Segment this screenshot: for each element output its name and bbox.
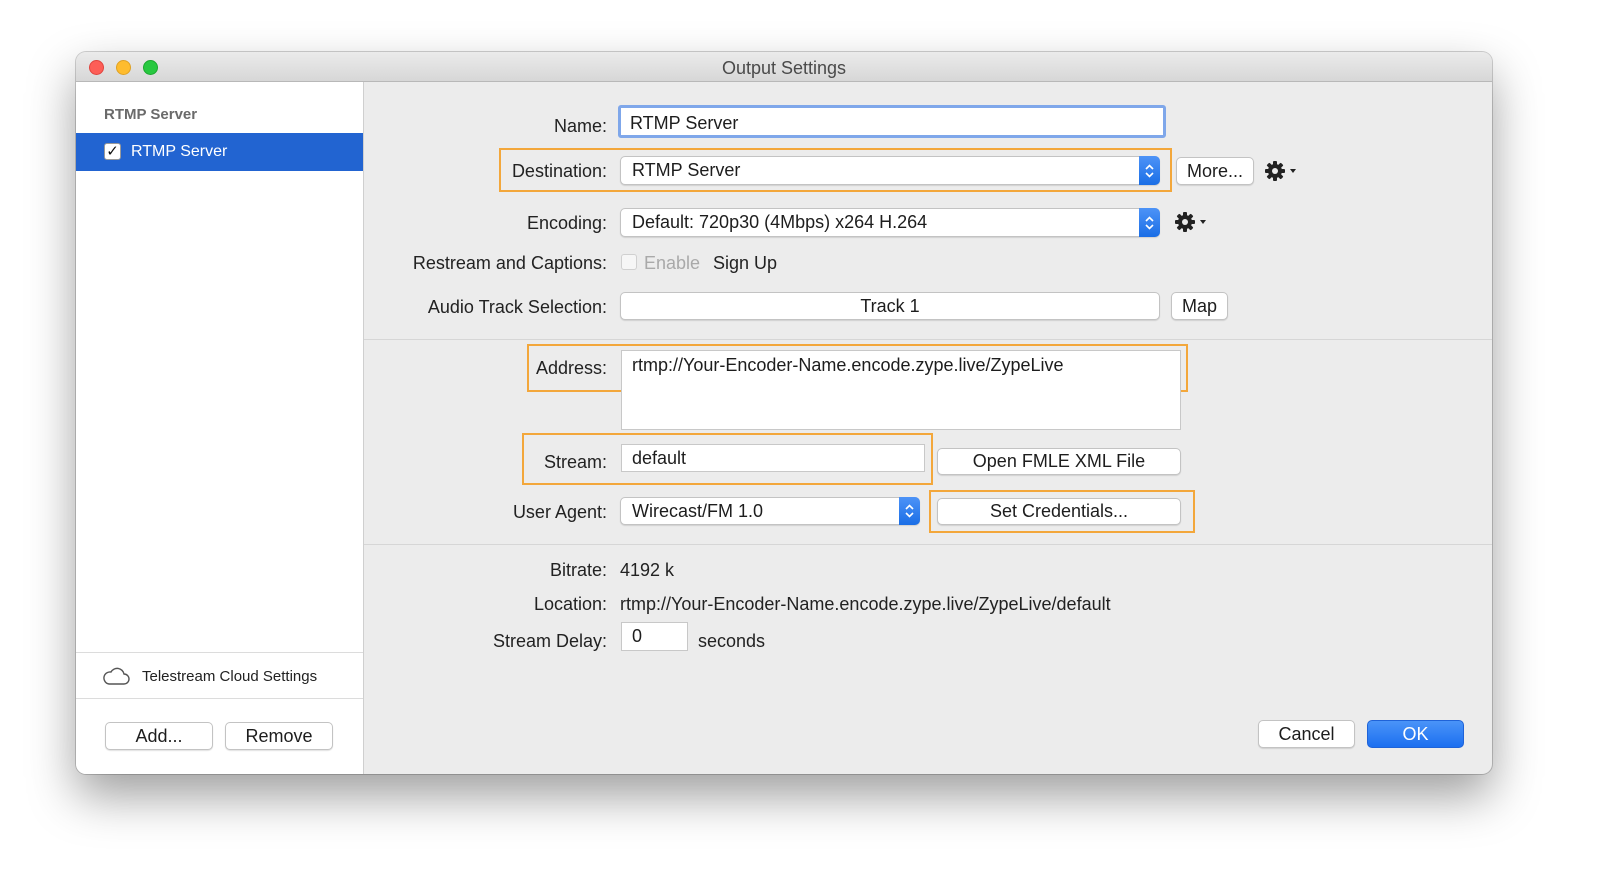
restream-label: Restream and Captions:: [412, 253, 607, 273]
sidebar-divider: [76, 698, 363, 699]
destination-select[interactable]: RTMP Server: [620, 156, 1160, 185]
section-divider: [364, 544, 1492, 545]
location-value: rtmp://Your-Encoder-Name.encode.zype.liv…: [620, 594, 1111, 614]
bitrate-label: Bitrate:: [549, 560, 607, 580]
popup-arrows-icon: [1139, 156, 1160, 185]
location-label: Location:: [533, 594, 607, 614]
section-divider: [364, 339, 1492, 340]
user-agent-select[interactable]: Wirecast/FM 1.0: [620, 497, 920, 525]
encoding-gear-icon[interactable]: [1174, 210, 1208, 234]
cancel-button[interactable]: Cancel: [1258, 720, 1355, 748]
sidebar-header: RTMP Server: [104, 106, 198, 123]
output-enabled-checkbox[interactable]: ✓: [104, 143, 121, 160]
remove-button[interactable]: Remove: [225, 722, 333, 750]
stream-delay-unit: seconds: [698, 631, 766, 651]
map-button[interactable]: Map: [1171, 292, 1228, 320]
name-label: Name:: [553, 116, 607, 136]
bitrate-value: 4192 k: [620, 560, 675, 580]
settings-panel: Name: RTMP Server Destination: RTMP Serv…: [364, 82, 1492, 774]
more-button[interactable]: More...: [1176, 157, 1254, 185]
sidebar-divider: [76, 652, 363, 653]
set-credentials-button[interactable]: Set Credentials...: [937, 498, 1181, 525]
name-input[interactable]: RTMP Server: [618, 105, 1166, 138]
user-agent-value: Wirecast/FM 1.0: [632, 501, 764, 521]
destination-value: RTMP Server: [632, 160, 741, 180]
title-bar: Output Settings: [76, 52, 1492, 82]
output-settings-window: Output Settings RTMP Server ✓ RTMP Serve…: [76, 52, 1492, 774]
cloud-icon: [103, 667, 130, 685]
popup-arrows-icon: [1139, 208, 1160, 237]
encoding-select[interactable]: Default: 720p30 (4Mbps) x264 H.264: [620, 208, 1160, 237]
destination-label: Destination:: [511, 161, 607, 181]
audio-track-button[interactable]: Track 1: [620, 292, 1160, 320]
audio-track-label: Audio Track Selection:: [427, 297, 607, 317]
restream-enable-label: Enable: [644, 253, 701, 273]
stream-label: Stream:: [543, 452, 607, 472]
destination-gear-icon[interactable]: [1264, 159, 1298, 183]
user-agent-label: User Agent:: [512, 502, 607, 522]
stream-delay-input[interactable]: 0: [621, 622, 688, 651]
ok-button[interactable]: OK: [1367, 720, 1464, 748]
sidebar-item-rtmp-server[interactable]: ✓ RTMP Server: [76, 133, 363, 171]
restream-enable-checkbox[interactable]: [621, 254, 637, 270]
stream-delay-label: Stream Delay:: [492, 631, 607, 651]
encoding-label: Encoding:: [526, 213, 607, 233]
window-title: Output Settings: [721, 58, 847, 78]
add-button[interactable]: Add...: [105, 722, 213, 750]
address-textarea[interactable]: rtmp://Your-Encoder-Name.encode.zype.liv…: [621, 350, 1181, 430]
open-fmle-xml-button[interactable]: Open FMLE XML File: [937, 448, 1181, 475]
sidebar: RTMP Server ✓ RTMP Server Telestream Clo…: [76, 82, 364, 774]
address-label: Address:: [535, 358, 607, 378]
popup-arrows-icon: [899, 497, 920, 525]
telestream-cloud-settings-link[interactable]: Telestream Cloud Settings: [142, 668, 317, 685]
sidebar-item-label: RTMP Server: [131, 143, 228, 160]
encoding-value: Default: 720p30 (4Mbps) x264 H.264: [632, 212, 928, 232]
stream-input[interactable]: default: [621, 444, 925, 472]
sign-up-link[interactable]: Sign Up: [713, 253, 777, 274]
